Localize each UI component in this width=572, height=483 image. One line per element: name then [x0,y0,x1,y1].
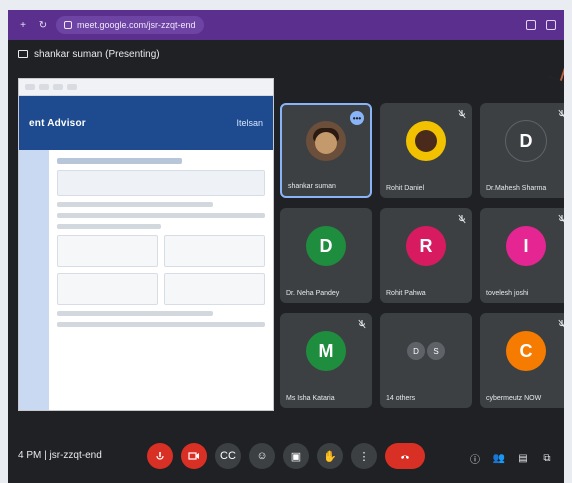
shared-screen-text-line [57,202,213,207]
avatar [306,121,346,162]
emoji-button[interactable]: ☺ [249,443,275,469]
participant-name: tovelesh joshi [486,290,529,297]
raise-hand-button[interactable]: ✋ [317,443,343,469]
leave-call-button[interactable] [385,443,425,469]
meeting-time: 4 PM [18,450,42,461]
meeting-time-and-code: 4 PM | jsr-zzqt-end [18,450,102,461]
others-avatars: D S [407,342,445,360]
extensions-icon[interactable] [526,20,536,30]
participant-name: Dr.Mahesh Sharma [486,185,547,192]
avatar-face [315,132,337,155]
shared-screen-panel [57,273,158,305]
more-options-icon[interactable]: ••• [350,111,364,125]
shared-screen-text-line [57,322,265,327]
participant-tile[interactable]: R Rohit Pahwa [380,208,472,303]
shared-screen-header: ent Advisor Itelsan [19,96,273,150]
avatar: R [406,226,446,266]
participant-tile[interactable]: C cybermeutz NOW [480,313,564,408]
info-icon[interactable]: ⓘ [468,451,482,466]
meeting-side-controls: ⓘ 👥 ▤ ⧉ [468,451,554,466]
url-text: meet.google.com/jsr-zzqt-end [77,20,196,30]
avatar: D [407,342,425,360]
browser-actions [526,20,556,30]
mic-muted-icon [558,214,564,224]
participant-tile[interactable]: I tovelesh joshi [480,208,564,303]
participant-name: cybermeutz NOW [486,395,542,402]
participant-name: shankar suman [288,183,336,190]
shared-screen-panel [164,273,265,305]
mic-muted-icon [358,319,366,329]
captions-button[interactable]: CC [215,443,241,469]
shared-screen-panels [57,235,265,305]
shared-screen-text-line [57,224,161,229]
participant-name: Ms Isha Kataria [286,395,335,402]
shared-screen-text-line [57,213,265,218]
participant-tile[interactable]: Rohit Daniel [380,103,472,198]
avatar: C [506,331,546,371]
mic-muted-icon [558,319,564,329]
refresh-button[interactable]: ↻ [36,18,50,32]
shared-screen-sidebar [19,150,49,410]
participant-tile[interactable]: D S 14 others [380,313,472,408]
participant-name: Rohit Pahwa [386,290,426,297]
browser-toolbar: + ↻ meet.google.com/jsr-zzqt-end [8,10,564,40]
shared-screen: ent Advisor Itelsan [18,78,274,411]
meeting-code: jsr-zzqt-end [49,450,102,461]
avatar: I [506,226,546,266]
participant-name: Dr. Neha Pandey [286,290,340,297]
avatar: D [306,226,346,266]
shared-tab [39,84,49,90]
mic-muted-icon [458,214,466,224]
presentation-icon [18,50,28,58]
shared-screen-body [19,150,273,410]
avatar [406,121,446,161]
shared-screen-section-bar [57,158,182,164]
participant-tile[interactable]: ••• shankar suman [280,103,372,198]
avatar: S [427,342,445,360]
mic-muted-icon [458,109,466,119]
participant-grid: ••• shankar suman Rohit Daniel D Dr.Mahe… [280,103,564,408]
shared-screen-brand: ent Advisor [29,117,86,129]
shared-screen-logo: Itelsan [236,118,263,128]
address-bar[interactable]: meet.google.com/jsr-zzqt-end [56,16,204,34]
chat-icon[interactable]: ▤ [516,451,530,465]
participant-name: 14 others [386,395,416,402]
camera-toggle-button[interactable] [181,443,207,469]
more-options-button[interactable]: ⋮ [351,443,377,469]
shared-screen-text-line [57,311,213,316]
shared-screen-block [57,170,265,196]
avatar-face [415,130,437,152]
mic-toggle-button[interactable] [147,443,173,469]
shared-tab [67,84,77,90]
activities-icon[interactable]: ⧉ [540,451,554,465]
profile-icon[interactable] [546,20,556,30]
shared-tab [25,84,35,90]
shared-tab [53,84,63,90]
shared-screen-content [49,150,273,410]
shared-screen-tabs [19,79,273,96]
presenter-bar: shankar suman (Presenting) [8,40,564,68]
mic-muted-icon [558,109,564,119]
presenting-label: shankar suman (Presenting) [34,48,160,60]
lock-icon [64,21,72,29]
people-icon[interactable]: 👥 [492,451,506,465]
meeting-controls: CC ☺ ▣ ✋ ⋮ [147,443,425,469]
meet-window: + ↻ meet.google.com/jsr-zzqt-end shankar… [8,10,564,483]
participant-tile[interactable]: D Dr.Mahesh Sharma [480,103,564,198]
participant-name: Rohit Daniel [386,185,425,192]
participant-tile[interactable]: D Dr. Neha Pandey [280,208,372,303]
present-button[interactable]: ▣ [283,443,309,469]
avatar: D [505,120,547,162]
shared-screen-panel [164,235,265,267]
participant-tile[interactable]: M Ms Isha Kataria [280,313,372,408]
bottom-bar: 4 PM | jsr-zzqt-end CC ☺ ▣ ✋ ⋮ ⓘ 👥 ▤ ⧉ [8,421,564,483]
shared-screen-panel [57,235,158,267]
avatar: M [306,331,346,371]
add-tab-button[interactable]: + [16,18,30,32]
